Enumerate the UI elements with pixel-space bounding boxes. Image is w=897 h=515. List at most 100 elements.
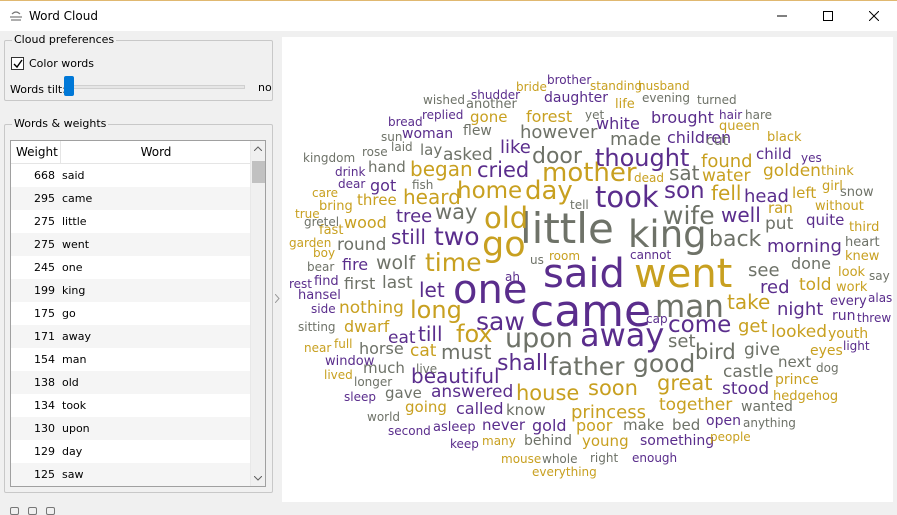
cloud-word[interactable]: let <box>419 280 445 300</box>
words-tilt-slider-track[interactable] <box>64 85 245 89</box>
cloud-word[interactable]: open <box>706 414 741 428</box>
cloud-word[interactable]: young <box>582 434 629 449</box>
cloud-word[interactable]: sleep <box>344 391 376 403</box>
cloud-word[interactable]: daughter <box>544 91 608 105</box>
table-row[interactable]: 125 saw <box>11 463 251 486</box>
cloud-word[interactable]: knew <box>845 250 879 263</box>
cloud-word[interactable]: gold <box>532 418 567 434</box>
cloud-word[interactable]: water <box>702 168 750 185</box>
cloud-word[interactable]: bring <box>319 200 353 213</box>
cloud-word[interactable]: dead <box>634 172 664 184</box>
scroll-down-icon[interactable] <box>254 476 262 481</box>
cloud-word[interactable]: alas <box>868 292 892 304</box>
cloud-word[interactable]: cat <box>410 343 436 360</box>
cloud-word[interactable]: looked <box>771 324 827 341</box>
cloud-word[interactable]: shall <box>497 353 548 375</box>
cloud-word[interactable]: little <box>520 208 614 250</box>
cloud-word[interactable]: replied <box>422 109 463 121</box>
cloud-word[interactable]: snow <box>840 186 874 199</box>
cloud-word[interactable]: think <box>821 165 854 178</box>
cloud-word[interactable]: window <box>325 355 374 368</box>
cloud-word[interactable]: stood <box>722 381 769 398</box>
table-row[interactable]: 275 went <box>11 233 251 256</box>
cloud-word[interactable]: great <box>657 373 713 394</box>
word-cloud-canvas[interactable]: said went came little one king go away man old too… <box>282 37 893 502</box>
cloud-word[interactable]: lay <box>420 143 442 158</box>
cloud-word[interactable]: say <box>869 270 890 282</box>
cloud-word[interactable]: two <box>434 224 480 249</box>
cloud-word[interactable]: hand <box>368 160 406 175</box>
cloud-word[interactable]: however <box>520 124 597 142</box>
cloud-word[interactable]: kingdom <box>303 152 355 164</box>
cloud-word[interactable]: soon <box>588 378 638 399</box>
words-tilt-slider-handle[interactable] <box>64 76 74 96</box>
color-words-option[interactable]: Color words <box>11 57 94 70</box>
cloud-word[interactable]: bear <box>307 261 334 273</box>
close-button[interactable] <box>851 1 897 31</box>
cloud-word[interactable]: brought <box>651 110 714 126</box>
cloud-word[interactable]: whole <box>542 453 577 465</box>
cloud-word[interactable]: right <box>590 452 618 464</box>
table-row[interactable]: 668 said <box>11 164 251 187</box>
cloud-word[interactable]: light <box>843 340 870 352</box>
table-row[interactable]: 245 one <box>11 256 251 279</box>
cloud-word[interactable]: last <box>382 275 413 292</box>
cloud-word[interactable]: mouse <box>501 453 541 465</box>
table-row[interactable]: 130 upon <box>11 417 251 440</box>
cloud-word[interactable]: fish <box>412 179 433 191</box>
cloud-word[interactable]: turned <box>697 94 737 106</box>
cloud-word[interactable]: left <box>792 186 816 201</box>
cloud-word[interactable]: gretel <box>304 216 339 228</box>
scrollbar-thumb[interactable] <box>252 161 265 183</box>
cloud-word[interactable]: door <box>532 146 582 168</box>
scroll-up-icon[interactable] <box>254 146 262 151</box>
cloud-word[interactable]: dwarf <box>344 319 389 335</box>
table-row[interactable]: 129 day <box>11 440 251 463</box>
cloud-word[interactable]: must <box>441 342 491 362</box>
cloud-word[interactable]: quite <box>806 213 844 228</box>
status-icon[interactable] <box>28 507 37 515</box>
cloud-word[interactable]: wished <box>423 94 465 106</box>
cloud-word[interactable]: ah <box>505 271 520 283</box>
cloud-word[interactable]: standing <box>590 80 642 92</box>
cloud-word[interactable]: cannot <box>630 249 671 261</box>
maximize-button[interactable] <box>805 1 851 31</box>
cloud-word[interactable]: husband <box>638 80 690 92</box>
cloud-word[interactable]: asked <box>443 147 493 164</box>
cloud-word[interactable]: hare <box>745 109 772 121</box>
cloud-word[interactable]: yes <box>801 152 822 164</box>
cloud-word[interactable]: laid <box>391 141 413 153</box>
cloud-word[interactable]: bird <box>695 342 736 363</box>
cloud-word[interactable]: told <box>799 277 832 294</box>
cloud-word[interactable]: many <box>482 435 516 447</box>
minimize-button[interactable] <box>759 1 805 31</box>
cloud-word[interactable]: set <box>668 333 696 351</box>
cloud-word[interactable]: girl <box>822 180 843 193</box>
cloud-word[interactable]: asleep <box>433 421 476 434</box>
cloud-word[interactable]: got <box>370 178 396 194</box>
cloud-word[interactable]: rose <box>362 146 388 158</box>
cloud-word[interactable]: every <box>830 295 867 308</box>
cloud-word[interactable]: near <box>304 342 331 354</box>
cloud-word[interactable]: round <box>337 237 386 254</box>
cloud-word[interactable]: bed <box>672 418 700 433</box>
cloud-word[interactable]: yet <box>585 109 604 121</box>
cloud-word[interactable]: second <box>388 425 431 437</box>
cloud-word[interactable]: room <box>549 250 580 262</box>
cloud-word[interactable]: boy <box>313 247 335 259</box>
splitter-grip-icon[interactable] <box>275 294 280 303</box>
cloud-word[interactable]: make <box>623 418 664 433</box>
cloud-word[interactable]: golden <box>763 163 821 180</box>
cloud-word[interactable]: still <box>391 227 426 247</box>
cloud-word[interactable]: live <box>416 363 437 375</box>
column-header-weight[interactable]: Weight <box>11 141 61 164</box>
cloud-word[interactable]: time <box>425 250 481 275</box>
cloud-word[interactable]: cap <box>646 313 668 325</box>
table-row[interactable]: 199 king <box>11 279 251 302</box>
table-row[interactable]: 134 took <box>11 394 251 417</box>
table-scrollbar[interactable] <box>250 141 265 486</box>
cloud-word[interactable]: put <box>765 216 793 233</box>
cloud-word[interactable]: nothing <box>339 300 404 317</box>
cloud-word[interactable]: flew <box>463 124 492 138</box>
cloud-word[interactable]: woman <box>402 127 453 141</box>
